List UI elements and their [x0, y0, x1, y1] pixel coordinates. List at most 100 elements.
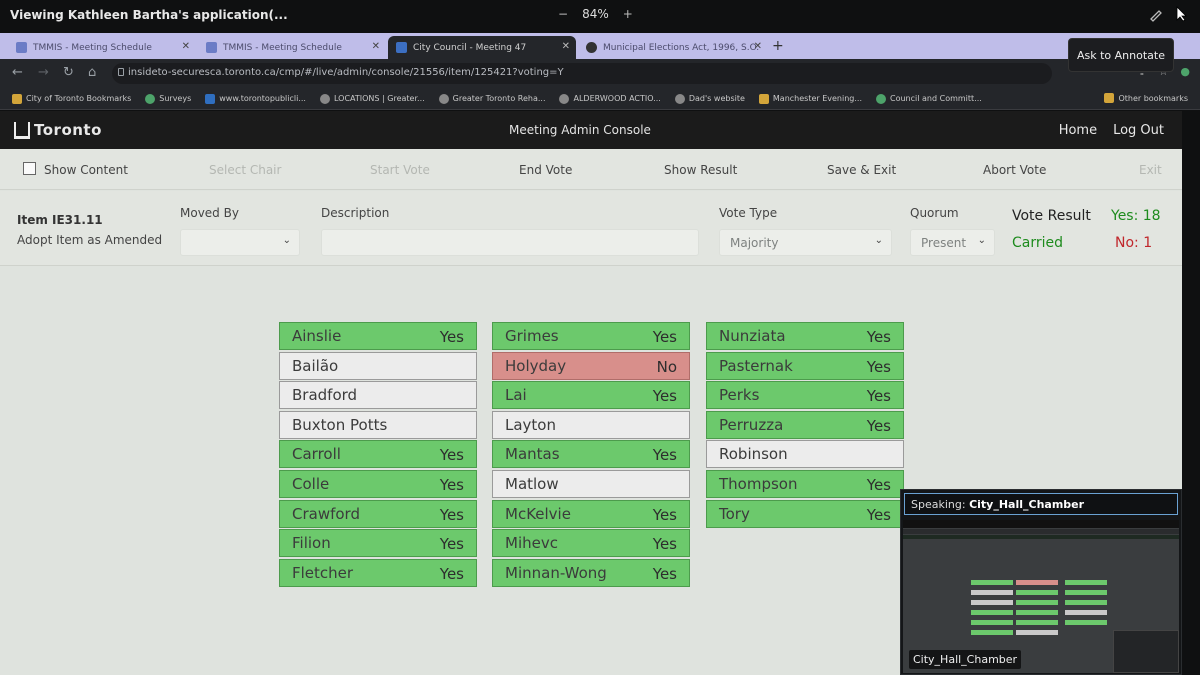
- councillor-vote-cell[interactable]: Bailão: [279, 351, 477, 380]
- start-vote-button[interactable]: Start Vote: [370, 163, 430, 177]
- council-icon: [876, 93, 886, 104]
- vote-value: Yes: [652, 387, 677, 406]
- councillor-vote-cell[interactable]: McKelvie Yes: [492, 499, 690, 528]
- councillor-vote-cell[interactable]: Holyday No: [492, 351, 690, 380]
- screen-share-bar: Viewing Kathleen Bartha's application(..…: [0, 0, 1200, 32]
- show-result-button[interactable]: Show Result: [664, 163, 737, 177]
- councillor-vote-cell[interactable]: Ainslie Yes: [279, 322, 477, 350]
- select-chair-button[interactable]: Select Chair: [209, 163, 281, 177]
- vote-type-select[interactable]: Majority ⌄: [719, 229, 892, 256]
- bookmark-item[interactable]: Dad's website: [674, 93, 745, 104]
- vote-value: Yes: [439, 475, 464, 494]
- other-bookmarks[interactable]: Other bookmarks: [1104, 93, 1188, 103]
- bookmark-item[interactable]: Manchester Evening...: [758, 93, 862, 104]
- url-field[interactable]: insideto-securesca.toronto.ca/cmp/#/live…: [112, 63, 1052, 84]
- speaking-label: Speaking:: [911, 498, 966, 511]
- bookmark-item[interactable]: Greater Toronto Reha...: [438, 93, 545, 104]
- video-mini-cell: [971, 580, 1013, 585]
- councillor-vote-cell[interactable]: Lai Yes: [492, 381, 690, 410]
- forward-arrow-icon[interactable]: →: [38, 65, 49, 80]
- bookmark-label: ALDERWOOD ACTIO...: [573, 94, 661, 103]
- councillor-vote-cell[interactable]: Fletcher Yes: [279, 558, 477, 587]
- councillor-vote-cell[interactable]: Filion Yes: [279, 529, 477, 558]
- chevron-down-icon: ⌄: [874, 235, 883, 246]
- tab-municipal-elections-act[interactable]: Municipal Elections Act, 1996, S.O. ✕: [578, 36, 768, 59]
- tab-city-council-meeting[interactable]: City Council - Meeting 47 ✕: [388, 36, 576, 59]
- video-mini-cell: [1016, 620, 1058, 625]
- close-tab-icon[interactable]: ✕: [562, 41, 570, 52]
- councillor-name: Minnan-Wong: [505, 563, 607, 582]
- zoom-out-button[interactable]: −: [558, 7, 568, 21]
- home-link[interactable]: Home: [1059, 123, 1097, 138]
- councillor-vote-cell[interactable]: Bradford: [279, 381, 477, 410]
- moved-by-select[interactable]: ⌄: [180, 229, 300, 256]
- show-content-checkbox[interactable]: [23, 162, 36, 175]
- councillor-vote-cell[interactable]: Grimes Yes: [492, 322, 690, 350]
- vote-value: Yes: [652, 564, 677, 583]
- vote-value: Yes: [866, 328, 891, 346]
- quorum-select[interactable]: Present ⌄: [910, 229, 995, 256]
- show-content-label[interactable]: Show Content: [44, 163, 128, 177]
- page-icon: [319, 93, 330, 104]
- tab-meeting-schedule-2[interactable]: TMMIS - Meeting Schedule ✕: [198, 36, 386, 59]
- councillor-name: Layton: [505, 415, 556, 434]
- tab-meeting-schedule-1[interactable]: TMMIS - Meeting Schedule ✕: [8, 36, 196, 59]
- end-vote-button[interactable]: End Vote: [519, 163, 572, 177]
- councillor-vote-cell[interactable]: Robinson: [706, 440, 904, 469]
- bookmark-item[interactable]: www.torontopublicli...: [205, 93, 306, 104]
- folder-icon: [1104, 93, 1115, 103]
- councillor-vote-cell[interactable]: Nunziata Yes: [706, 322, 904, 350]
- video-mini-cell: [1065, 590, 1107, 595]
- abort-vote-button[interactable]: Abort Vote: [983, 163, 1046, 177]
- councillor-vote-cell[interactable]: Mihevc Yes: [492, 529, 690, 558]
- vote-value: Yes: [652, 328, 677, 346]
- councillor-vote-cell[interactable]: Mantas Yes: [492, 440, 690, 469]
- councillor-vote-cell[interactable]: Perks Yes: [706, 381, 904, 410]
- home-icon[interactable]: ⌂: [88, 65, 96, 80]
- speaker-name: City_Hall_Chamber: [969, 498, 1085, 511]
- close-tab-icon[interactable]: ✕: [372, 41, 380, 52]
- vote-value: No: [656, 357, 677, 376]
- bookmark-item[interactable]: ALDERWOOD ACTIO...: [559, 93, 661, 104]
- video-mini-cell: [971, 630, 1013, 635]
- councillor-vote-cell[interactable]: Tory Yes: [706, 499, 904, 528]
- back-arrow-icon[interactable]: ←: [12, 65, 23, 80]
- councillor-vote-cell[interactable]: Matlow: [492, 469, 690, 498]
- councillor-vote-cell[interactable]: Minnan-Wong Yes: [492, 558, 690, 587]
- save-exit-button[interactable]: Save & Exit: [827, 163, 896, 177]
- reload-icon[interactable]: ↻: [63, 65, 74, 80]
- councillor-vote-cell[interactable]: Colle Yes: [279, 469, 477, 498]
- close-tab-icon[interactable]: ✕: [754, 41, 762, 52]
- annotate-icon[interactable]: [1148, 6, 1164, 22]
- councillor-name: Pasternak: [719, 356, 793, 375]
- exit-button[interactable]: Exit: [1139, 163, 1162, 177]
- zoom-controls: − 84% +: [558, 7, 633, 21]
- councillor-vote-cell[interactable]: Buxton Potts: [279, 410, 477, 439]
- logout-link[interactable]: Log Out: [1113, 123, 1164, 138]
- councillor-name: Buxton Potts: [292, 415, 388, 434]
- speaking-indicator: Speaking: City_Hall_Chamber: [904, 493, 1178, 515]
- page-icon: [438, 93, 449, 104]
- library-icon: [205, 93, 216, 104]
- councillor-name: Perks: [719, 386, 760, 405]
- bookmark-item[interactable]: City of Toronto Bookmarks: [12, 93, 131, 104]
- vote-value: Yes: [439, 564, 464, 583]
- new-tab-icon[interactable]: +: [772, 38, 784, 54]
- bookmark-item[interactable]: LOCATIONS | Greater...: [319, 93, 425, 104]
- extension-icon[interactable]: ●: [1180, 65, 1190, 78]
- vote-value: Yes: [439, 328, 464, 346]
- councillor-vote-cell[interactable]: Thompson Yes: [706, 469, 904, 498]
- vote-type-label: Vote Type: [719, 206, 778, 220]
- bookmark-item[interactable]: Council and Committ...: [876, 93, 982, 104]
- councillor-vote-cell[interactable]: Pasternak Yes: [706, 351, 904, 380]
- close-tab-icon[interactable]: ✕: [182, 41, 190, 52]
- councillor-vote-cell[interactable]: Layton: [492, 410, 690, 439]
- cursor-icon: [1176, 6, 1187, 22]
- councillor-vote-cell[interactable]: Crawford Yes: [279, 499, 477, 528]
- description-field[interactable]: [321, 229, 699, 256]
- councillor-vote-cell[interactable]: Perruzza Yes: [706, 410, 904, 439]
- bookmark-item[interactable]: Surveys: [145, 93, 191, 104]
- councillor-name: Tory: [719, 504, 750, 523]
- councillor-vote-cell[interactable]: Carroll Yes: [279, 440, 477, 469]
- zoom-in-button[interactable]: +: [623, 7, 633, 21]
